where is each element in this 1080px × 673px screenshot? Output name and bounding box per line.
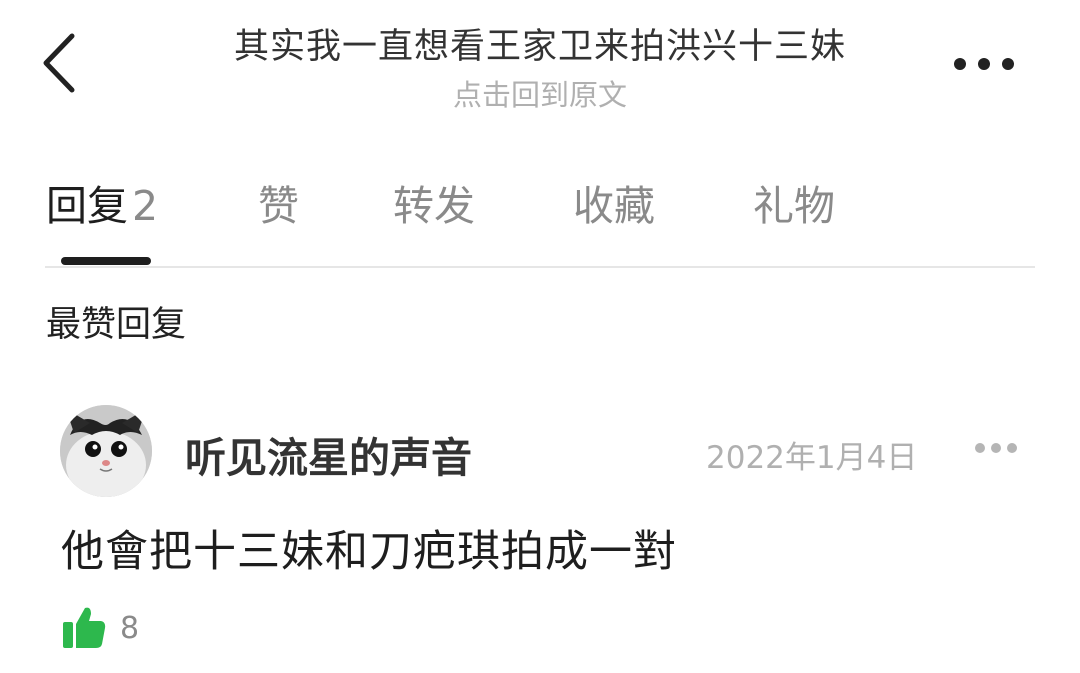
- tab-gifts[interactable]: 礼物: [753, 172, 835, 232]
- like-count: 8: [120, 611, 140, 646]
- comment-more-button[interactable]: [973, 440, 1019, 456]
- comment-username[interactable]: 听见流星的声音: [185, 424, 472, 484]
- tab-likes[interactable]: 赞: [258, 172, 299, 232]
- more-options-button[interactable]: [948, 52, 1020, 76]
- avatar[interactable]: [60, 405, 152, 497]
- tab-reposts[interactable]: 转发: [393, 172, 475, 232]
- tab-replies-label: 回复: [46, 182, 128, 230]
- thumbs-up-icon: [63, 607, 106, 648]
- page-title: 其实我一直想看王家卫来拍洪兴十三妹: [233, 27, 846, 67]
- more-dots-icon: [975, 443, 1017, 453]
- tab-replies-count: 2: [132, 182, 159, 230]
- comment-body: 他會把十三妹和刀疤琪拍成一對: [61, 527, 677, 577]
- tab-replies[interactable]: 回复2: [46, 172, 158, 232]
- like-button[interactable]: [61, 604, 107, 650]
- cat-avatar-icon: [60, 405, 152, 497]
- active-tab-indicator: [61, 257, 151, 265]
- more-dots-icon: [954, 58, 1014, 70]
- tab-favorites[interactable]: 收藏: [573, 172, 655, 232]
- comment-date: 2022年1月4日: [706, 440, 918, 476]
- section-title: 最赞回复: [46, 305, 187, 345]
- back-to-original-link[interactable]: 点击回到原文: [0, 72, 1080, 114]
- tabs-divider: [45, 266, 1035, 268]
